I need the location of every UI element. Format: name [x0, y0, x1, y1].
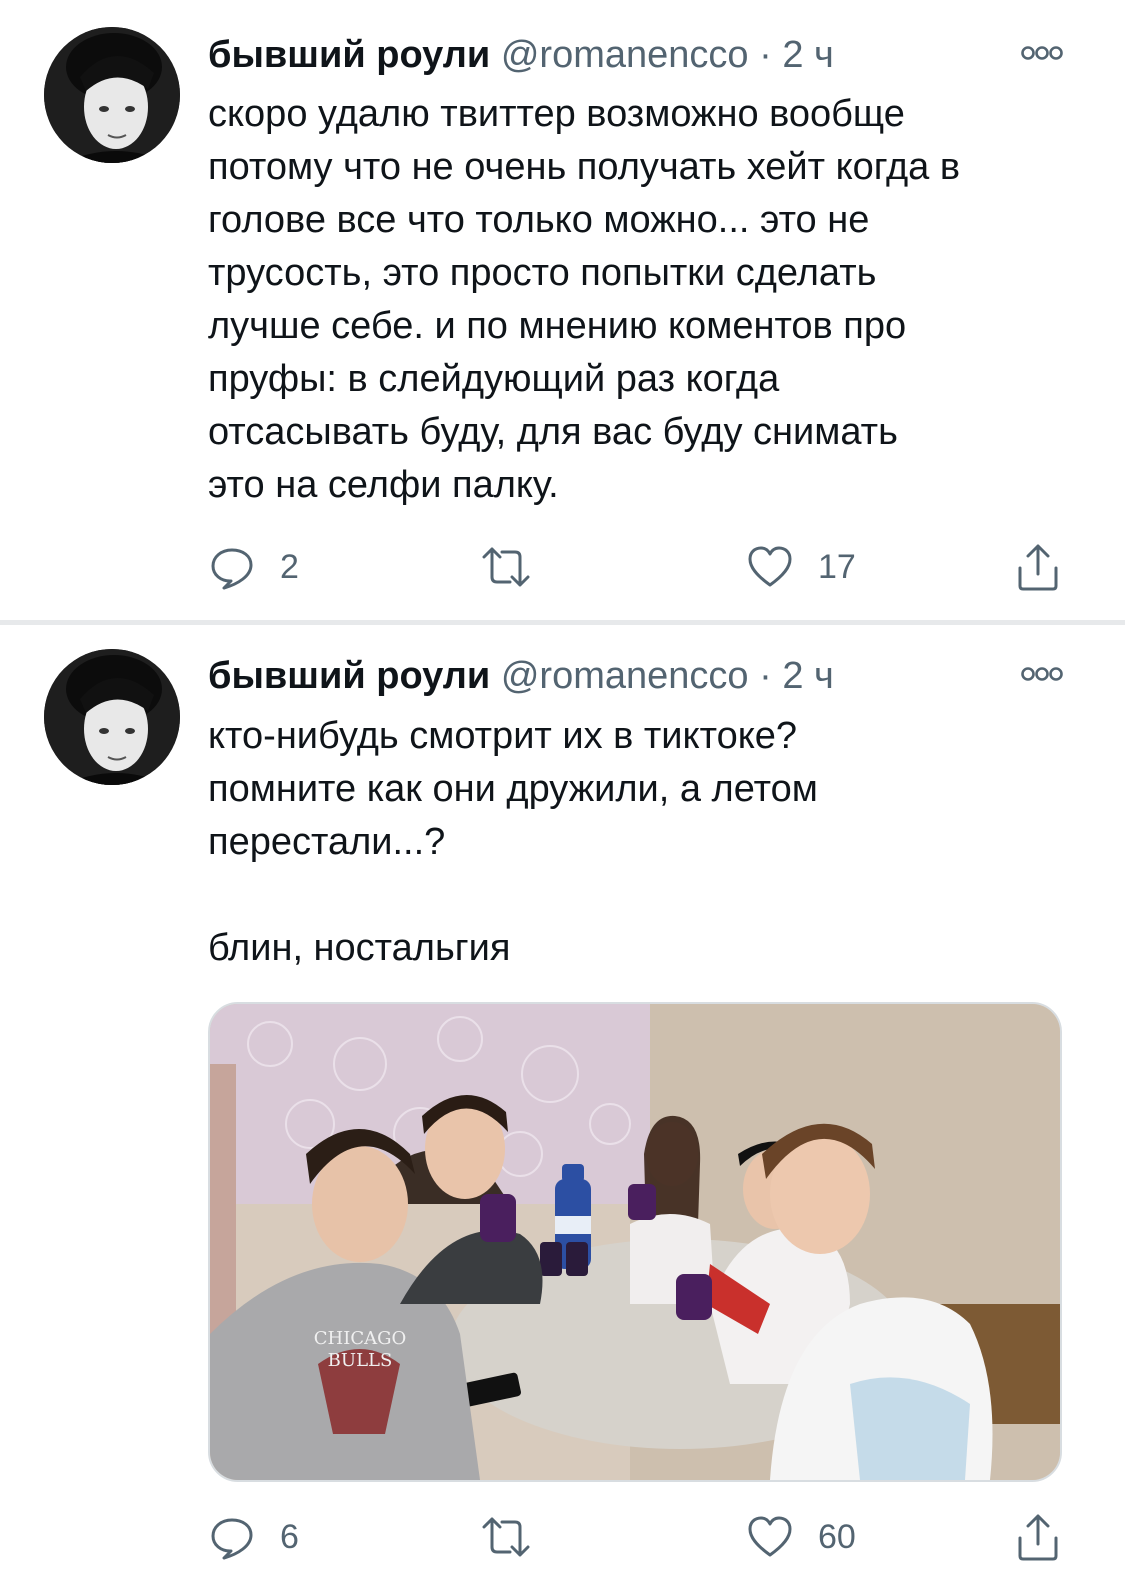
- author-name[interactable]: бывший роули: [208, 34, 490, 76]
- retweet-icon: [482, 547, 530, 587]
- tweet-time[interactable]: 2 ч: [782, 34, 834, 76]
- tweet-header: бывший роули @romanencco · 2 ч: [208, 651, 834, 701]
- separator-dot: ·: [759, 34, 772, 76]
- share-icon: [1018, 544, 1058, 591]
- tweet-time[interactable]: 2 ч: [782, 655, 834, 697]
- like-count: 17: [818, 547, 856, 586]
- like-count: 60: [818, 1517, 856, 1556]
- jersey-text: CHICAGO: [314, 1328, 407, 1349]
- tweet-photo[interactable]: CHICAGO BULLS: [208, 1002, 1062, 1482]
- tweet-2[interactable]: бывший роули @romanencco · 2 ч кто-нибуд…: [0, 625, 1125, 1590]
- reply-button[interactable]: 2: [208, 542, 299, 592]
- reply-button[interactable]: 6: [208, 1512, 299, 1562]
- share-button[interactable]: [1014, 1512, 1062, 1562]
- like-button[interactable]: 60: [746, 1512, 856, 1562]
- tweet-text: кто-нибудь смотрит их в тиктоке? помните…: [208, 715, 818, 969]
- avatar[interactable]: [44, 27, 180, 163]
- retweet-icon: [482, 1517, 530, 1557]
- tweet-header: бывший роули @romanencco · 2 ч: [208, 30, 834, 80]
- reply-count: 6: [280, 1517, 299, 1556]
- group-photo-image: CHICAGOBULLS: [210, 1004, 1060, 1480]
- tweet-actions: 2 17: [208, 542, 1068, 592]
- heart-icon: [748, 546, 792, 587]
- more-horizontal-icon: [1021, 667, 1063, 681]
- share-icon: [1018, 1514, 1058, 1561]
- more-options-button[interactable]: [1019, 40, 1065, 66]
- retweet-button[interactable]: [480, 542, 556, 592]
- author-handle[interactable]: @romanencco: [501, 34, 749, 76]
- retweet-button[interactable]: [480, 1512, 556, 1562]
- separator-dot: ·: [759, 655, 772, 697]
- more-options-button[interactable]: [1019, 661, 1065, 687]
- heart-icon: [748, 1516, 792, 1557]
- avatar[interactable]: [44, 649, 180, 785]
- jersey-text: BULLS: [328, 1350, 393, 1371]
- tweet-actions: 6 60: [208, 1512, 1068, 1562]
- reply-icon: [211, 548, 253, 590]
- more-horizontal-icon: [1021, 46, 1063, 60]
- tweet-text: скоро удалю твиттер возможно вообще пото…: [208, 93, 961, 506]
- author-name[interactable]: бывший роули: [208, 655, 490, 697]
- share-button[interactable]: [1014, 542, 1062, 592]
- author-handle[interactable]: @romanencco: [501, 655, 749, 697]
- tweet-1[interactable]: бывший роули @romanencco · 2 ч скоро уда…: [0, 0, 1125, 620]
- reply-icon: [211, 1518, 253, 1560]
- like-button[interactable]: 17: [746, 542, 856, 592]
- reply-count: 2: [280, 547, 299, 586]
